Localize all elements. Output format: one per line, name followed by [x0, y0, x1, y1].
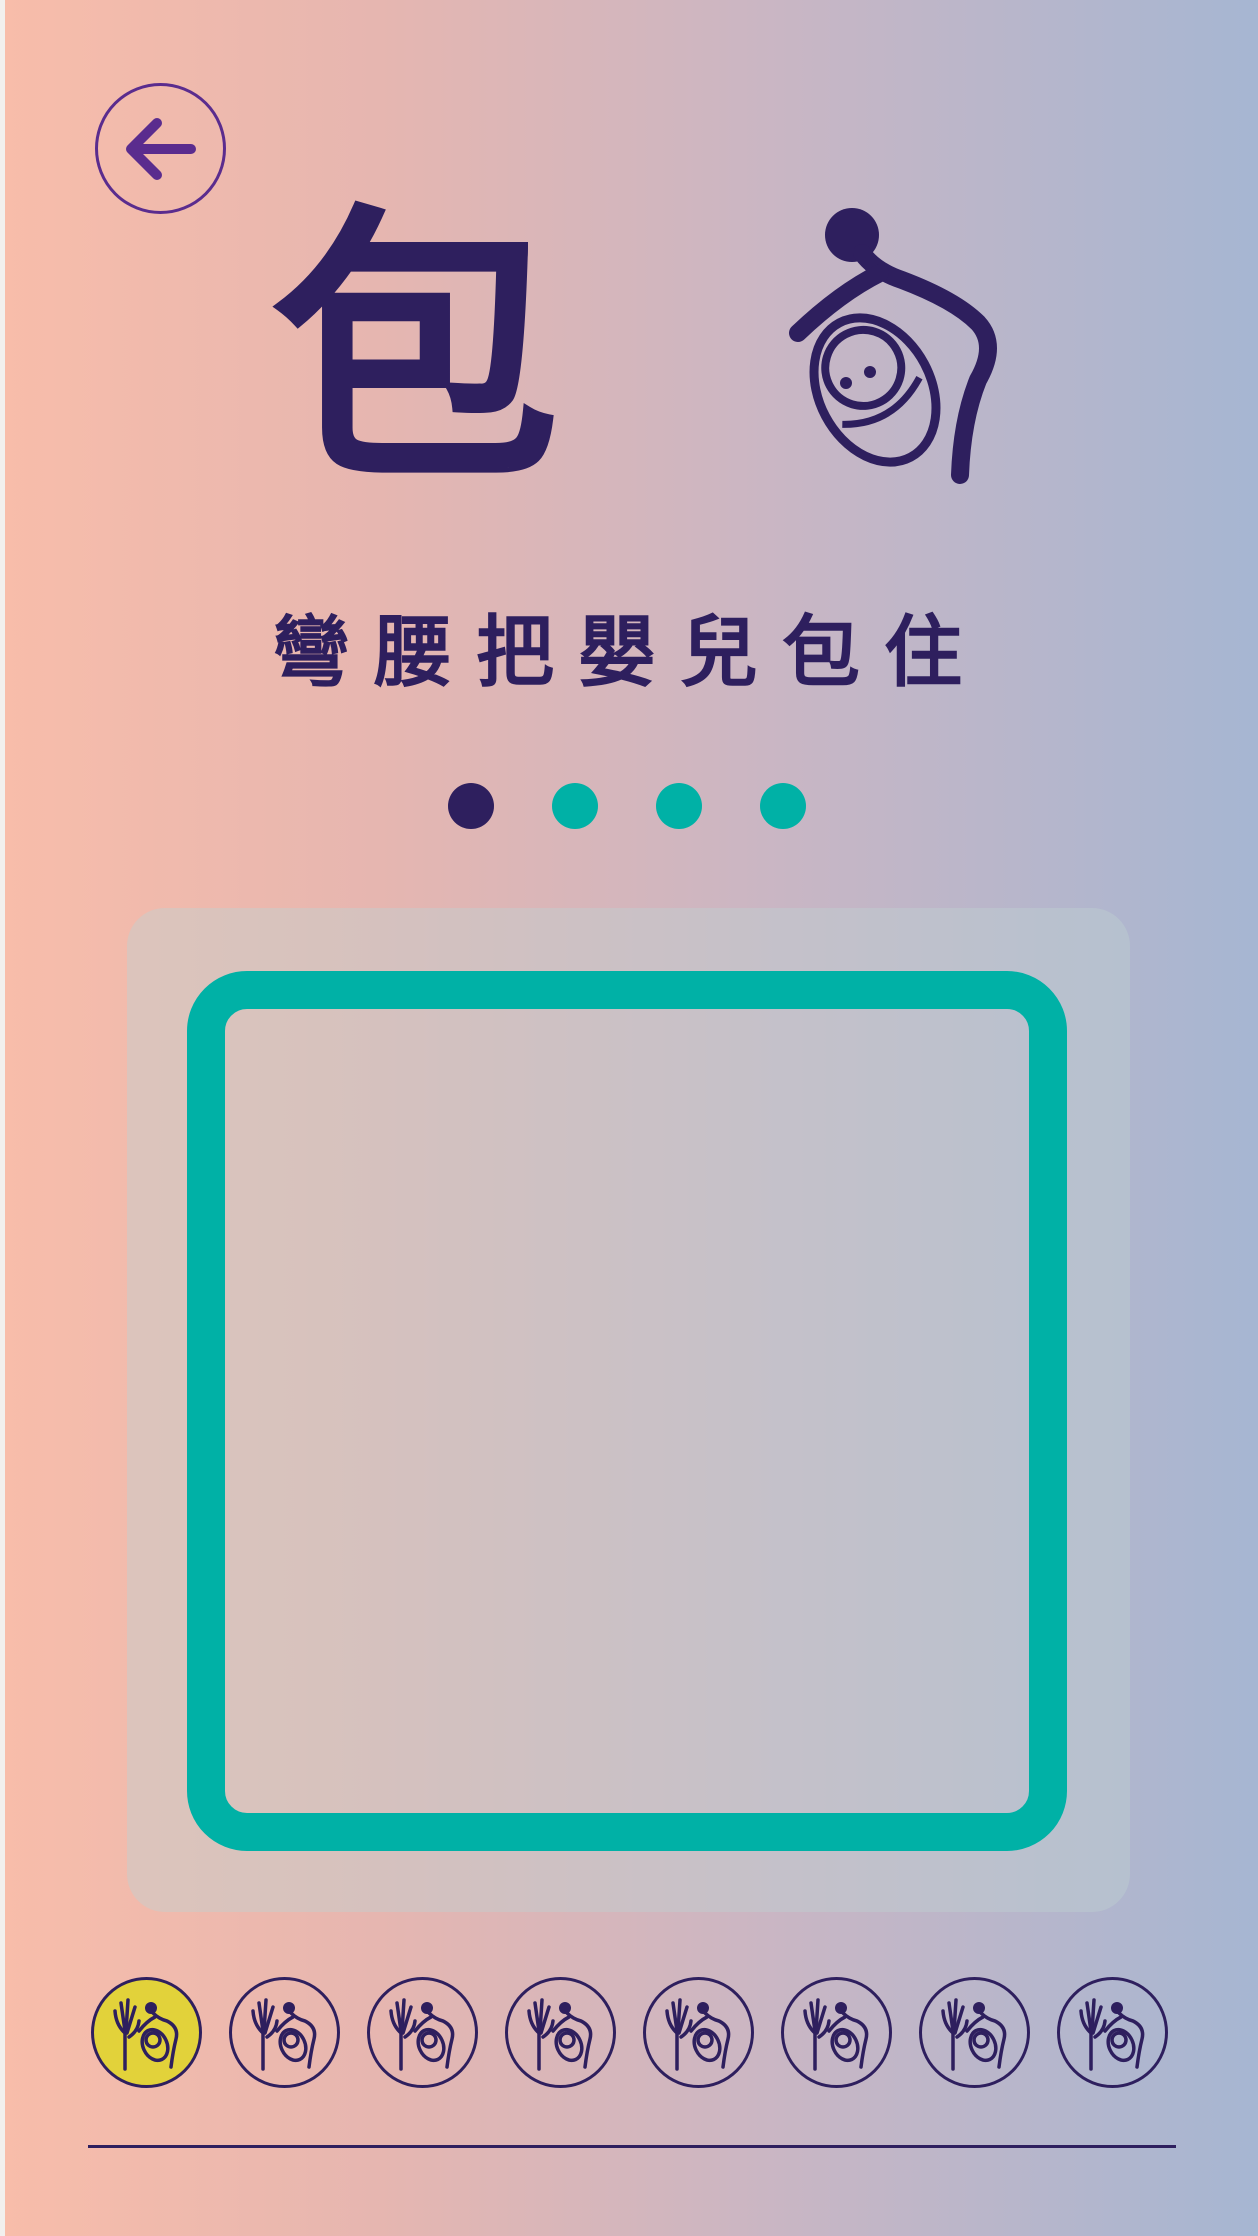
stroke-thumbnail-strip — [91, 1977, 1168, 2088]
bottom-divider — [88, 2145, 1176, 2148]
thumbnail-3[interactable] — [367, 1977, 478, 2088]
thumbnail-2[interactable] — [229, 1977, 340, 2088]
arrow-left-icon — [125, 117, 196, 180]
hand-and-baby-icon — [250, 1997, 316, 2071]
hand-and-baby-icon — [664, 1997, 730, 2071]
drawing-frame — [187, 971, 1067, 1851]
pager-dot-2[interactable] — [552, 783, 598, 829]
character-meaning: 彎腰把嬰兒包住 — [271, 607, 986, 698]
hand-and-baby-icon — [526, 1997, 592, 2071]
thumbnail-4[interactable] — [505, 1977, 616, 2088]
thumbnail-7[interactable] — [919, 1977, 1030, 2088]
drawing-canvas[interactable] — [225, 1009, 1029, 1813]
pager-dot-1[interactable] — [448, 783, 494, 829]
thumbnail-8[interactable] — [1057, 1977, 1168, 2088]
back-button[interactable] — [95, 83, 226, 214]
left-edge-strip — [0, 0, 5, 2236]
person-wrapping-baby-icon — [789, 208, 997, 484]
hand-and-baby-icon — [802, 1997, 868, 2071]
hand-and-baby-icon — [940, 1997, 1006, 2071]
character-glyph: 包 — [270, 180, 560, 520]
pager-dot-3[interactable] — [656, 783, 702, 829]
thumbnail-6[interactable] — [781, 1977, 892, 2088]
thumbnail-5[interactable] — [643, 1977, 754, 2088]
hand-and-baby-icon — [1078, 1997, 1144, 2071]
thumbnail-1[interactable] — [91, 1977, 202, 2088]
hand-and-baby-icon — [112, 1997, 178, 2071]
pager-dot-4[interactable] — [760, 783, 806, 829]
step-pager — [448, 783, 806, 831]
hand-and-baby-icon — [388, 1997, 454, 2071]
